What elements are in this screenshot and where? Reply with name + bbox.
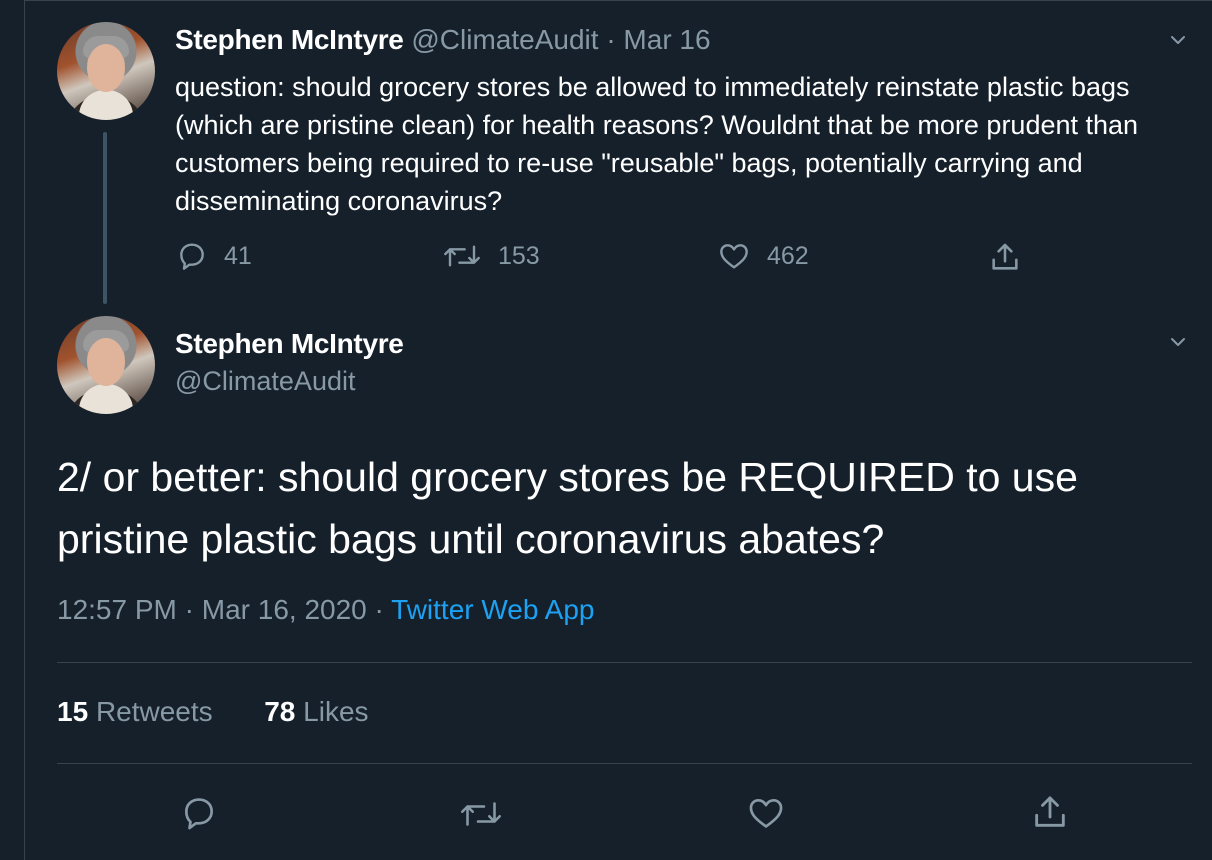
engagement-stats: 15 Retweets 78 Likes bbox=[57, 696, 369, 728]
retweets-stat[interactable]: 15 Retweets bbox=[57, 696, 213, 727]
tweet-full-date[interactable]: Mar 16, 2020 bbox=[202, 594, 367, 625]
parent-tweet-text: question: should grocery stores be allow… bbox=[175, 72, 1139, 216]
like-icon[interactable] bbox=[746, 794, 786, 832]
reply-icon[interactable] bbox=[180, 794, 218, 832]
retweet-icon bbox=[444, 245, 480, 267]
separator: · bbox=[184, 594, 194, 625]
reply-icon bbox=[180, 243, 204, 270]
chevron-down-icon[interactable] bbox=[1170, 334, 1186, 350]
share-button[interactable] bbox=[988, 240, 1022, 274]
retweet-icon[interactable] bbox=[458, 796, 504, 832]
author-name[interactable]: Stephen McIntyre bbox=[175, 328, 404, 360]
tweet-metadata: 12:57 PM · Mar 16, 2020 · Twitter Web Ap… bbox=[57, 594, 595, 626]
author-handle[interactable]: @ClimateAudit bbox=[175, 366, 355, 397]
reply-button[interactable]: 41 bbox=[176, 240, 252, 272]
like-count: 462 bbox=[767, 241, 809, 270]
likes-stat[interactable]: 78 Likes bbox=[264, 696, 368, 727]
retweet-button[interactable]: 153 bbox=[442, 240, 540, 272]
share-icon bbox=[992, 243, 1018, 270]
divider bbox=[57, 662, 1192, 663]
like-button[interactable]: 462 bbox=[717, 240, 809, 272]
like-total: 78 bbox=[264, 696, 296, 727]
chevron-down-icon[interactable] bbox=[1170, 32, 1186, 48]
separator: · bbox=[374, 594, 384, 625]
tweet-source-link[interactable]: Twitter Web App bbox=[391, 594, 594, 625]
likes-label: Likes bbox=[303, 696, 369, 727]
reply-count: 41 bbox=[224, 241, 252, 270]
tweet-time[interactable]: 12:57 PM bbox=[57, 594, 177, 625]
thread-connector bbox=[103, 132, 107, 304]
author-handle[interactable]: @ClimateAudit bbox=[411, 24, 598, 55]
separator: · bbox=[606, 24, 616, 55]
retweet-count: 153 bbox=[498, 241, 540, 270]
share-icon[interactable] bbox=[1030, 792, 1070, 832]
retweets-label: Retweets bbox=[95, 696, 213, 727]
divider bbox=[57, 763, 1192, 764]
avatar[interactable] bbox=[57, 316, 155, 414]
retweet-total: 15 bbox=[57, 696, 89, 727]
like-icon bbox=[720, 244, 748, 269]
author-name[interactable]: Stephen McIntyre bbox=[175, 24, 404, 55]
tweet-date[interactable]: Mar 16 bbox=[623, 24, 710, 55]
main-tweet-text: 2/ or better: should grocery stores be R… bbox=[57, 454, 1078, 562]
avatar[interactable] bbox=[57, 22, 155, 120]
parent-tweet-header: Stephen McIntyre @ClimateAudit · Mar 16 bbox=[175, 24, 711, 56]
